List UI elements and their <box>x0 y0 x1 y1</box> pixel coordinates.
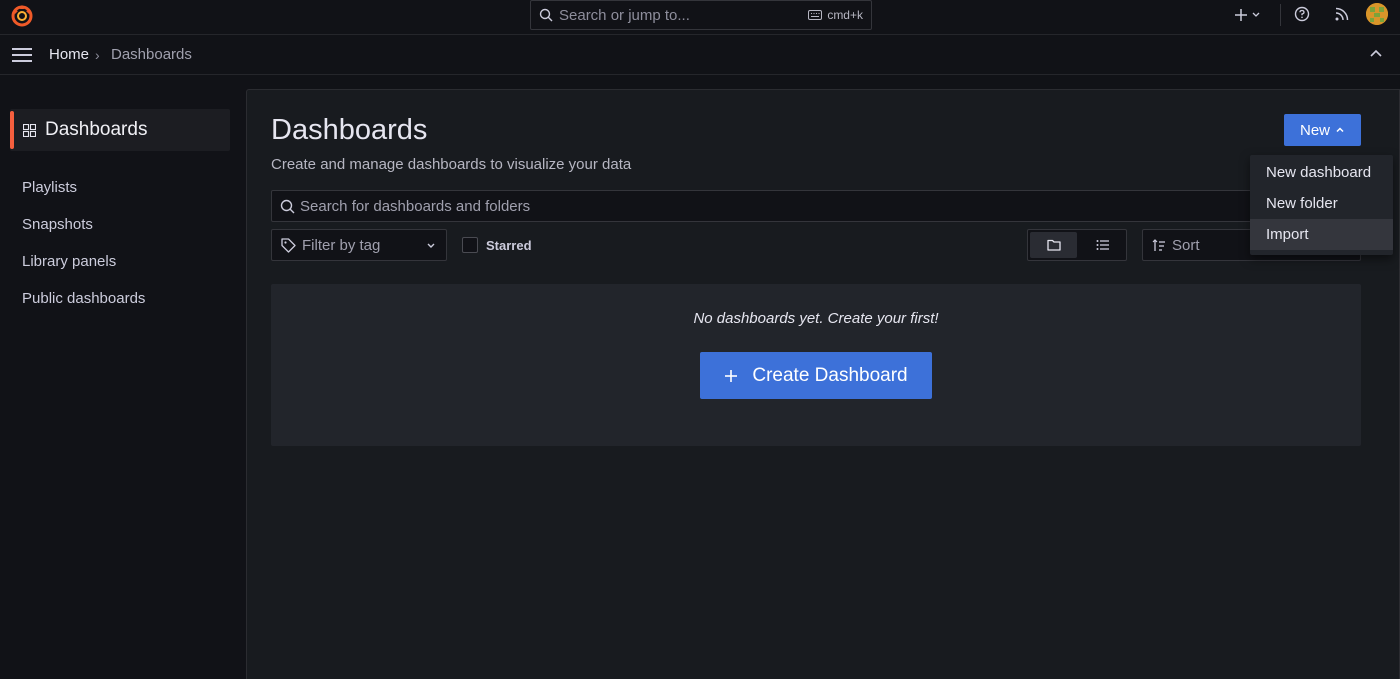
global-search-input[interactable]: Search or jump to... cmd+k <box>530 0 872 30</box>
active-indicator <box>10 111 14 149</box>
dashboard-search-placeholder: Search for dashboards and folders <box>300 198 531 215</box>
plus-icon <box>725 369 738 382</box>
sidebar-item-label: Dashboards <box>45 119 148 140</box>
menu-item-label: New dashboard <box>1266 164 1372 181</box>
divider <box>1280 4 1281 26</box>
empty-state-message: No dashboards yet. Create your first! <box>693 310 939 327</box>
starred-checkbox[interactable] <box>462 237 478 253</box>
menu-item-label: New folder <box>1266 195 1338 212</box>
list-icon <box>1096 240 1109 250</box>
grafana-logo-icon[interactable] <box>10 4 34 28</box>
apps-grid-icon <box>23 124 36 137</box>
sidebar-item-library-panels[interactable]: Library panels <box>22 253 116 270</box>
create-dashboard-label: Create Dashboard <box>752 364 908 386</box>
sort-placeholder: Sort <box>1172 237 1200 254</box>
chevron-up-icon[interactable] <box>1370 49 1382 59</box>
top-bar: Search or jump to... cmd+k <box>0 0 1400 35</box>
view-mode-toggle <box>1027 229 1127 261</box>
hamburger-menu-icon[interactable] <box>12 47 32 63</box>
sidebar-item-snapshots[interactable]: Snapshots <box>22 216 93 233</box>
main-panel: Dashboards Create and manage dashboards … <box>246 89 1400 679</box>
global-search-placeholder: Search or jump to... <box>559 7 690 24</box>
page-subtitle: Create and manage dashboards to visualiz… <box>271 156 632 173</box>
menu-item-new-dashboard[interactable]: New dashboard <box>1250 157 1393 188</box>
shortcut-hint: cmd+k <box>808 8 863 22</box>
keyboard-icon <box>808 10 823 20</box>
user-avatar[interactable] <box>1366 3 1388 25</box>
folder-icon <box>1047 239 1061 251</box>
help-icon[interactable] <box>1294 6 1310 22</box>
new-menu-dropdown: New dashboard New folder Import <box>1250 155 1393 255</box>
page-title: Dashboards <box>271 114 428 146</box>
sidebar: Dashboards Playlists Snapshots Library p… <box>0 75 246 679</box>
tag-icon <box>281 238 296 253</box>
breadcrumb-home[interactable]: Home <box>49 46 89 63</box>
breadcrumb-current: Dashboards <box>111 46 192 63</box>
tag-filter-select[interactable]: Filter by tag <box>271 229 447 261</box>
menu-item-label: Import <box>1266 226 1309 243</box>
list-view-button[interactable] <box>1080 232 1126 258</box>
breadcrumb-separator: › <box>95 47 100 63</box>
menu-item-new-folder[interactable]: New folder <box>1250 188 1393 219</box>
create-dashboard-button[interactable]: Create Dashboard <box>700 352 932 399</box>
chevron-up-icon <box>1336 127 1344 133</box>
folder-view-button[interactable] <box>1030 232 1077 258</box>
new-button-label: New <box>1299 121 1330 139</box>
tag-filter-placeholder: Filter by tag <box>302 237 381 254</box>
sidebar-item-dashboards[interactable]: Dashboards <box>10 109 230 151</box>
chevron-down-icon <box>427 243 435 248</box>
sidebar-item-public-dashboards[interactable]: Public dashboards <box>22 290 145 307</box>
menu-item-import[interactable]: Import <box>1250 219 1393 250</box>
shortcut-label: cmd+k <box>827 8 863 22</box>
dashboard-search-input[interactable]: Search for dashboards and folders <box>271 190 1361 222</box>
empty-state: No dashboards yet. Create your first! Cr… <box>271 284 1361 446</box>
add-menu-button[interactable] <box>1234 6 1266 24</box>
starred-label[interactable]: Starred <box>486 238 532 253</box>
sidebar-item-playlists[interactable]: Playlists <box>22 179 77 196</box>
search-icon <box>280 199 295 214</box>
new-button[interactable]: New <box>1284 114 1361 146</box>
sort-icon <box>1152 239 1165 251</box>
breadcrumb-bar: Home › Dashboards <box>0 35 1400 75</box>
news-feed-icon[interactable] <box>1334 6 1350 22</box>
search-icon <box>539 8 553 22</box>
